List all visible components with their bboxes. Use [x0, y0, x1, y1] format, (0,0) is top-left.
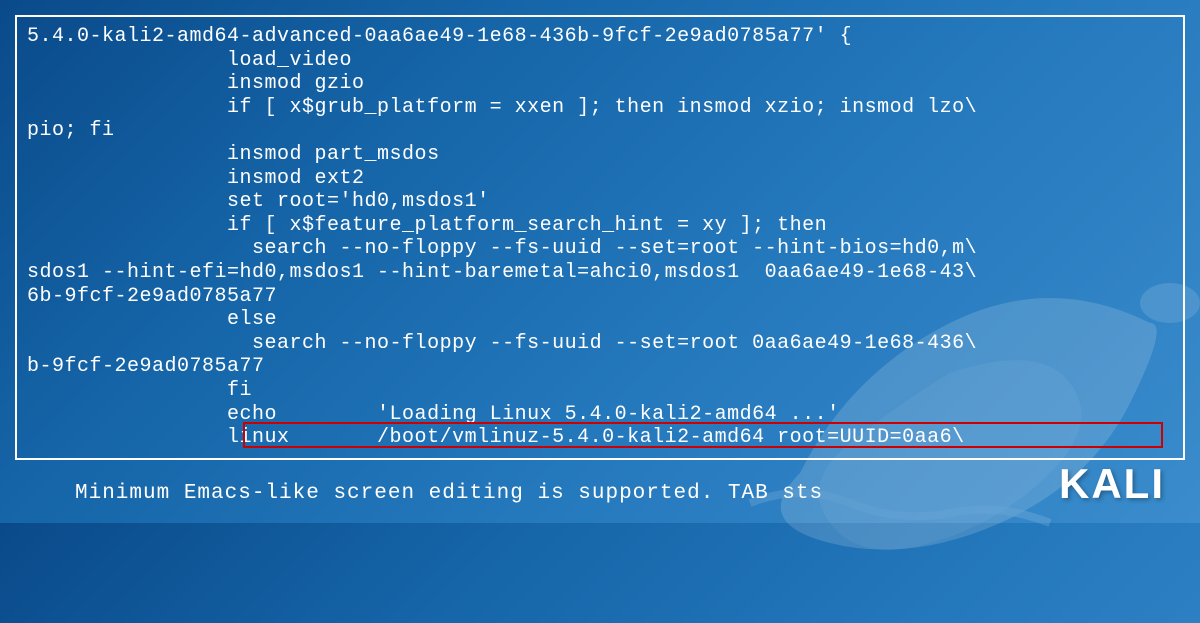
- grub-code-line: sdos1 --hint-efi=hd0,msdos1 --hint-barem…: [27, 261, 1173, 285]
- kali-logo-text: KALI: [1059, 460, 1165, 508]
- grub-code-line: b-9fcf-2e9ad0785a77: [27, 355, 1173, 379]
- grub-code-line: pio; fi: [27, 119, 1173, 143]
- grub-editor-box[interactable]: 5.4.0-kali2-amd64-advanced-0aa6ae49-1e68…: [15, 15, 1185, 460]
- grub-code-line: if [ x$grub_platform = xxen ]; then insm…: [27, 96, 1173, 120]
- grub-code-line: echo 'Loading Linux 5.4.0-kali2-amd64 ..…: [27, 403, 1173, 427]
- grub-code-line: load_video: [27, 49, 1173, 73]
- grub-help-hint: Minimum Emacs-like screen editing is sup…: [75, 482, 823, 505]
- grub-code-line: search --no-floppy --fs-uuid --set=root …: [27, 237, 1173, 261]
- grub-code-line: search --no-floppy --fs-uuid --set=root …: [27, 332, 1173, 356]
- grub-code-line: 5.4.0-kali2-amd64-advanced-0aa6ae49-1e68…: [27, 25, 1173, 49]
- grub-code-line: if [ x$feature_platform_search_hint = xy…: [27, 214, 1173, 238]
- grub-code-line: insmod gzio: [27, 72, 1173, 96]
- grub-code-line: fi: [27, 379, 1173, 403]
- grub-highlighted-line: linux /boot/vmlinuz-5.4.0-kali2-amd64 ro…: [27, 426, 1173, 450]
- grub-code-line: 6b-9fcf-2e9ad0785a77: [27, 285, 1173, 309]
- grub-code-line: else: [27, 308, 1173, 332]
- grub-code-line: insmod ext2: [27, 167, 1173, 191]
- grub-code-line: insmod part_msdos: [27, 143, 1173, 167]
- grub-code-line: set root='hd0,msdos1': [27, 190, 1173, 214]
